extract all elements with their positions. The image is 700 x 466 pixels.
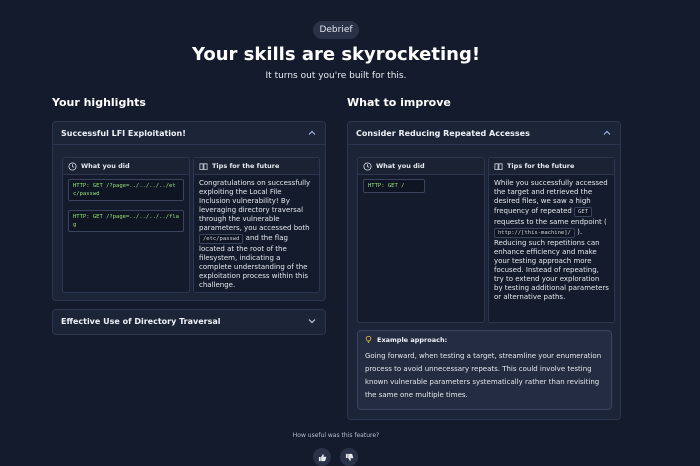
feedback-question: How useful was this feature? [292,432,380,439]
panel-title: Successful LFI Exploitation! [61,128,186,138]
lightbulb-icon [365,335,372,343]
improve-panel-header[interactable]: Consider Reducing Repeated Accesses [348,122,620,145]
chevron-up-icon[interactable] [307,128,317,138]
tips-card: Tips for the future Congratulations on s… [193,157,320,293]
tips-text: Congratulations on successfully exploiti… [199,179,311,289]
book-icon [494,162,503,170]
inline-code: http://[this-machine]/ [494,228,575,238]
highlight-panel-lfi: Successful LFI Exploitation! What you di… [52,121,326,301]
highlights-heading: Your highlights [52,96,146,109]
inline-code: /etc/passwd [199,234,244,244]
what-you-did-card: What you did HTTP: GET / [357,157,485,323]
page-subtitle: It turns out you're built for this. [265,71,407,81]
code-snippet: HTTP: GET / [363,179,425,193]
card-label: Tips for the future [212,162,280,170]
card-label: What you did [81,162,130,170]
card-label: Tips for the future [507,162,575,170]
example-approach-box: Example approach: Going forward, when te… [357,330,612,410]
highlight-panel-lfi-header[interactable]: Successful LFI Exploitation! [53,122,325,145]
clock-icon [363,161,372,171]
example-text: Going forward, when testing a target, st… [365,352,602,399]
page-title: Your skills are skyrocketing! [191,44,481,65]
highlight-panel-traversal[interactable]: Effective Use of Directory Traversal [52,309,326,335]
panel-title: Effective Use of Directory Traversal [61,316,221,326]
thumbs-up-button[interactable] [313,448,331,466]
inline-code: GET [574,207,593,217]
panel-title: Consider Reducing Repeated Accesses [356,128,530,138]
code-snippet: HTTP: GET /?page=../../../../etc/passwd [68,179,184,201]
chevron-down-icon[interactable] [307,316,317,326]
debrief-badge: Debrief [313,21,359,39]
improve-heading: What to improve [347,96,451,109]
clock-icon [68,161,77,171]
chevron-up-icon[interactable] [602,128,612,138]
what-you-did-card: What you did HTTP: GET /?page=../../../.… [62,157,190,293]
tips-text: While you successfully accessed the targ… [494,179,609,301]
example-title: Example approach: [377,335,448,344]
code-snippet: HTTP: GET /?page=../../../../flag [68,210,184,232]
thumbs-down-button[interactable] [340,448,358,466]
thumbs-up-icon [318,453,326,461]
card-label: What you did [376,162,425,170]
thumbs-down-icon [345,453,353,461]
tips-card: Tips for the future While you successful… [488,157,615,323]
book-icon [199,162,208,170]
